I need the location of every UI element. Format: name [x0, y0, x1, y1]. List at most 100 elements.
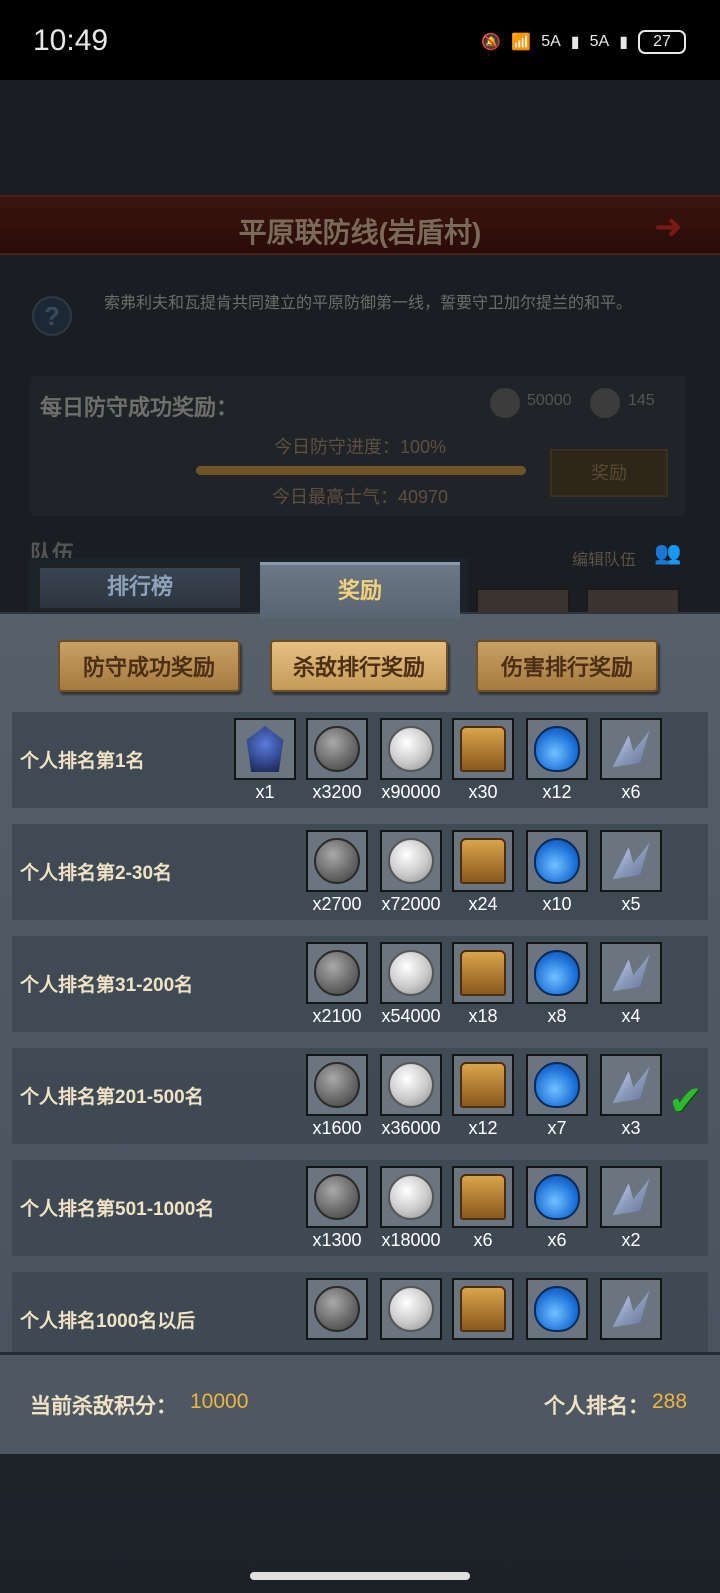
battery-icon: 27	[638, 30, 686, 54]
reward-quantity: x36000	[381, 1118, 441, 1138]
reward-item[interactable]	[452, 1278, 514, 1340]
reward-item[interactable]	[452, 1166, 514, 1228]
dark-coin-icon	[314, 1062, 360, 1108]
reward-quantity: x90000	[381, 782, 441, 802]
reward-quantity: x6	[547, 1230, 567, 1250]
reward-quantity: x2700	[312, 894, 362, 914]
reward-item[interactable]	[600, 1054, 662, 1116]
help-icon[interactable]: ?	[32, 296, 72, 336]
kill-ranking-reward-button[interactable]: 杀敌排行奖励	[270, 640, 448, 692]
reward-item[interactable]	[306, 1054, 368, 1116]
crystal-icon	[612, 954, 650, 992]
defense-success-reward-button[interactable]: 防守成功奖励	[58, 640, 240, 692]
dark-coin-icon	[314, 950, 360, 996]
title-bar: 平原联防线(岩盾村) ➜	[0, 195, 720, 255]
reward-quantity: x5	[621, 894, 641, 914]
reward-item[interactable]	[600, 942, 662, 1004]
reward-item[interactable]	[526, 830, 588, 892]
personal-rank-value: 288	[652, 1390, 688, 1413]
reward-row: 个人排名第2-30名 x2700 x72000 x24 x10 x5	[12, 824, 708, 920]
reward-item[interactable]	[452, 1054, 514, 1116]
reward-row: 个人排名第201-500名 x1600 x36000 x12 x7 x3	[12, 1048, 708, 1144]
reward-item[interactable]	[306, 1278, 368, 1340]
rank-range-label: 个人排名第201-500名	[20, 1087, 204, 1108]
daily-reward-value-2: 145	[628, 392, 655, 409]
reward-item[interactable]	[306, 1166, 368, 1228]
network-label-1: 5A	[541, 33, 561, 50]
rank-range-label: 个人排名第2-30名	[20, 863, 173, 884]
reward-item[interactable]	[306, 830, 368, 892]
reward-item[interactable]	[526, 1054, 588, 1116]
reward-quantity: x24	[468, 894, 498, 914]
dark-coin-icon	[314, 1174, 360, 1220]
wifi-icon: 📶	[511, 34, 532, 51]
reward-quantity: x4	[621, 1006, 641, 1026]
status-bar: 10:49 🔕 📶 5A ▮ 5A ▮ 27	[0, 0, 720, 80]
reward-item[interactable]	[452, 718, 514, 780]
signal-icon: ▮	[570, 34, 580, 51]
background-screen	[0, 80, 720, 620]
rank-range-label: 个人排名第1名	[20, 751, 145, 772]
reward-quantity: x8	[547, 1006, 567, 1026]
reward-item[interactable]	[452, 942, 514, 1004]
silver-coin-icon	[388, 838, 434, 884]
kill-score-label: 当前杀敌积分：	[30, 1395, 177, 1418]
reward-item[interactable]	[380, 942, 442, 1004]
reward-item[interactable]	[234, 718, 296, 780]
tab-leaderboard[interactable]: 排行榜	[38, 566, 242, 610]
defense-progress-fill	[196, 466, 526, 475]
dark-coin-icon	[314, 838, 360, 884]
potion-icon	[534, 1062, 580, 1108]
status-time: 10:49	[33, 24, 109, 57]
reward-quantity: x10	[542, 894, 572, 914]
reward-item[interactable]	[306, 942, 368, 1004]
silver-coin-icon	[388, 1174, 434, 1220]
reward-quantity: x12	[542, 782, 572, 802]
reward-item[interactable]	[380, 1054, 442, 1116]
reward-list[interactable]: 个人排名第1名 x1 x3200 x90000 x30 x12 x6 个人排名第2-30名 x2…	[0, 712, 720, 1366]
potion-icon	[534, 838, 580, 884]
stone-coin-icon	[590, 388, 620, 418]
network-label-2: 5A	[589, 33, 610, 50]
reward-item[interactable]	[600, 718, 662, 780]
reward-item[interactable]	[380, 1166, 442, 1228]
claim-reward-button[interactable]: 奖励	[550, 449, 668, 497]
reward-row: 个人排名第501-1000名 x1300 x18000 x6 x6 x2	[12, 1160, 708, 1256]
home-indicator[interactable]	[250, 1572, 470, 1580]
reward-item[interactable]	[526, 942, 588, 1004]
potion-icon	[534, 950, 580, 996]
edit-team-label[interactable]: 编辑队伍	[572, 546, 636, 570]
page-title: 平原联防线(岩盾村)	[238, 217, 482, 248]
reward-item[interactable]	[600, 1278, 662, 1340]
reward-row: 个人排名第31-200名 x2100 x54000 x18 x8 x4	[12, 936, 708, 1032]
back-arrow-icon[interactable]: ➜	[654, 207, 706, 247]
reward-quantity: x3	[621, 1118, 641, 1138]
silver-coin-icon	[388, 726, 434, 772]
treasure-chest-icon	[460, 1174, 506, 1220]
damage-ranking-reward-button[interactable]: 伤害排行奖励	[476, 640, 658, 692]
reward-quantity: x2100	[312, 1006, 362, 1026]
description-text: 索弗利夫和瓦提肯共同建立的平原防御第一线，誓要守卫加尔提兰的和平。	[103, 295, 632, 312]
reward-item[interactable]	[380, 830, 442, 892]
edit-team-icon[interactable]: 👥	[654, 540, 684, 568]
daily-reward-value-1: 50000	[527, 392, 572, 409]
reward-item[interactable]	[380, 1278, 442, 1340]
battery-level: 27	[653, 33, 671, 50]
reward-item[interactable]	[526, 1166, 588, 1228]
reward-item[interactable]	[526, 1278, 588, 1340]
personal-rank-label: 个人排名：	[544, 1395, 649, 1418]
reward-item[interactable]	[600, 830, 662, 892]
reward-item[interactable]	[600, 1166, 662, 1228]
reward-item[interactable]	[526, 718, 588, 780]
potion-icon	[534, 726, 580, 772]
tab-rewards[interactable]: 奖励	[260, 562, 460, 618]
reward-item[interactable]	[452, 830, 514, 892]
reward-item[interactable]	[306, 718, 368, 780]
defense-progress-label: 今日防守进度：100%	[273, 437, 447, 457]
silver-coin-icon	[388, 950, 434, 996]
reward-quantity: x6	[473, 1230, 493, 1250]
silver-coin-icon	[388, 1062, 434, 1108]
reward-quantity: x6	[621, 782, 641, 802]
mute-icon: 🔕	[481, 34, 502, 51]
reward-item[interactable]	[380, 718, 442, 780]
